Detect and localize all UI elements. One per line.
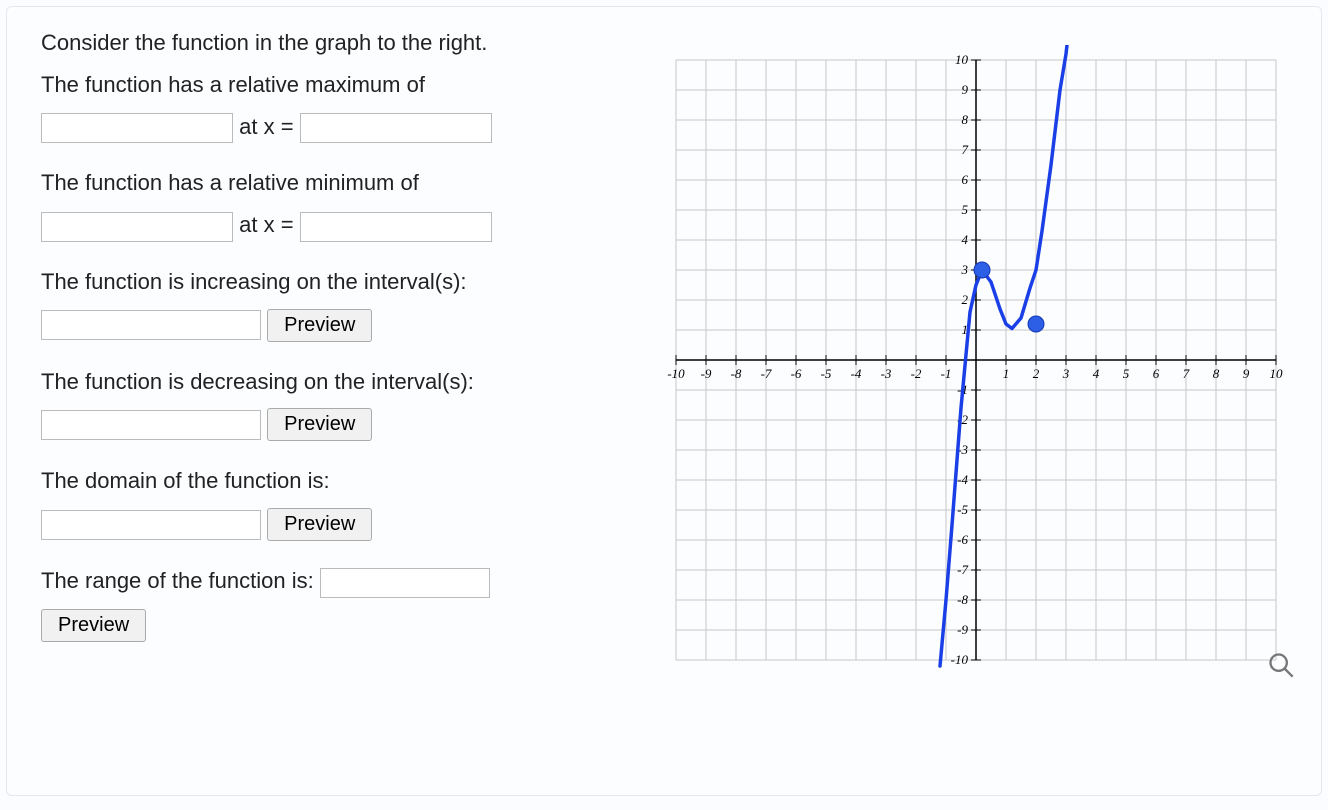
decreasing-group: The function is decreasing on the interv… — [41, 366, 643, 442]
svg-text:-2: -2 — [911, 366, 922, 381]
domain-prompt: The domain of the function is: — [41, 465, 643, 497]
max-at-label: at x = — [239, 114, 293, 139]
svg-text:-1: -1 — [941, 366, 952, 381]
svg-text:5: 5 — [962, 202, 969, 217]
max-prompt: The function has a relative maximum of — [41, 69, 643, 101]
svg-text:-3: -3 — [881, 366, 892, 381]
min-at-label: at x = — [239, 212, 293, 237]
max-x-input[interactable] — [300, 113, 492, 143]
graph-column: -10 -9 -8 -7 -6 -5 -4 -3 -2 -1 1 2 3 4 5 6 7 8 9 10 -10 -9 -8 -… — [661, 27, 1301, 771]
domain-preview-button[interactable]: Preview — [267, 508, 372, 541]
decreasing-prompt: The function is decreasing on the interv… — [41, 366, 643, 398]
svg-text:-6: -6 — [957, 532, 968, 547]
svg-text:3: 3 — [1062, 366, 1070, 381]
svg-text:5: 5 — [1123, 366, 1130, 381]
svg-text:7: 7 — [962, 142, 969, 157]
svg-text:-8: -8 — [731, 366, 742, 381]
svg-text:-10: -10 — [667, 366, 685, 381]
min-prompt: The function has a relative minimum of — [41, 167, 643, 199]
range-preview-button[interactable]: Preview — [41, 609, 146, 642]
svg-text:-4: -4 — [957, 472, 968, 487]
svg-text:1: 1 — [1003, 366, 1010, 381]
svg-text:2: 2 — [962, 292, 969, 307]
domain-row: Preview — [41, 507, 643, 541]
svg-text:4: 4 — [1093, 366, 1100, 381]
range-input[interactable] — [320, 568, 490, 598]
question-panel: Consider the function in the graph to th… — [6, 6, 1322, 796]
svg-text:8: 8 — [1213, 366, 1220, 381]
increasing-group: The function is increasing on the interv… — [41, 266, 643, 342]
graph-svg: -10 -9 -8 -7 -6 -5 -4 -3 -2 -1 1 2 3 4 5 6 7 8 9 10 -10 -9 -8 -… — [661, 45, 1291, 675]
function-graph: -10 -9 -8 -7 -6 -5 -4 -3 -2 -1 1 2 3 4 5 6 7 8 9 10 -10 -9 -8 -… — [661, 45, 1291, 675]
svg-text:-4: -4 — [851, 366, 862, 381]
zoom-icon[interactable] — [1267, 651, 1295, 679]
svg-text:10: 10 — [955, 52, 969, 67]
question-text-column: Consider the function in the graph to th… — [41, 27, 643, 771]
max-value-input[interactable] — [41, 113, 233, 143]
min-value-input[interactable] — [41, 212, 233, 242]
relative-max-group: The function has a relative maximum of a… — [41, 69, 643, 143]
relative-min-group: The function has a relative minimum of a… — [41, 167, 643, 241]
svg-text:-9: -9 — [701, 366, 712, 381]
domain-input[interactable] — [41, 510, 261, 540]
svg-text:-8: -8 — [957, 592, 968, 607]
min-x-input[interactable] — [300, 212, 492, 242]
intro-text: Consider the function in the graph to th… — [41, 27, 643, 59]
increasing-prompt: The function is increasing on the interv… — [41, 266, 643, 298]
domain-group: The domain of the function is: Preview — [41, 465, 643, 541]
svg-text:6: 6 — [962, 172, 969, 187]
svg-text:8: 8 — [962, 112, 969, 127]
svg-text:-9: -9 — [957, 622, 968, 637]
increasing-row: Preview — [41, 308, 643, 342]
range-group: The range of the function is: Preview — [41, 565, 643, 642]
min-inputs-row: at x = — [41, 209, 643, 242]
svg-text:3: 3 — [961, 262, 969, 277]
range-prompt-row: The range of the function is: — [41, 565, 643, 598]
svg-text:10: 10 — [1270, 366, 1284, 381]
svg-text:9: 9 — [1243, 366, 1250, 381]
svg-text:-7: -7 — [957, 562, 968, 577]
svg-text:7: 7 — [1183, 366, 1190, 381]
svg-text:9: 9 — [962, 82, 969, 97]
svg-text:-7: -7 — [761, 366, 772, 381]
svg-text:2: 2 — [1033, 366, 1040, 381]
max-inputs-row: at x = — [41, 111, 643, 144]
increasing-input[interactable] — [41, 310, 261, 340]
range-prompt: The range of the function is: — [41, 568, 314, 593]
svg-text:-10: -10 — [951, 652, 969, 667]
decreasing-row: Preview — [41, 407, 643, 441]
svg-text:6: 6 — [1153, 366, 1160, 381]
svg-text:-5: -5 — [821, 366, 832, 381]
decreasing-preview-button[interactable]: Preview — [267, 408, 372, 441]
decreasing-input[interactable] — [41, 410, 261, 440]
range-row: Preview — [41, 608, 643, 642]
svg-text:-5: -5 — [957, 502, 968, 517]
svg-text:-6: -6 — [791, 366, 802, 381]
increasing-preview-button[interactable]: Preview — [267, 309, 372, 342]
svg-text:4: 4 — [962, 232, 969, 247]
